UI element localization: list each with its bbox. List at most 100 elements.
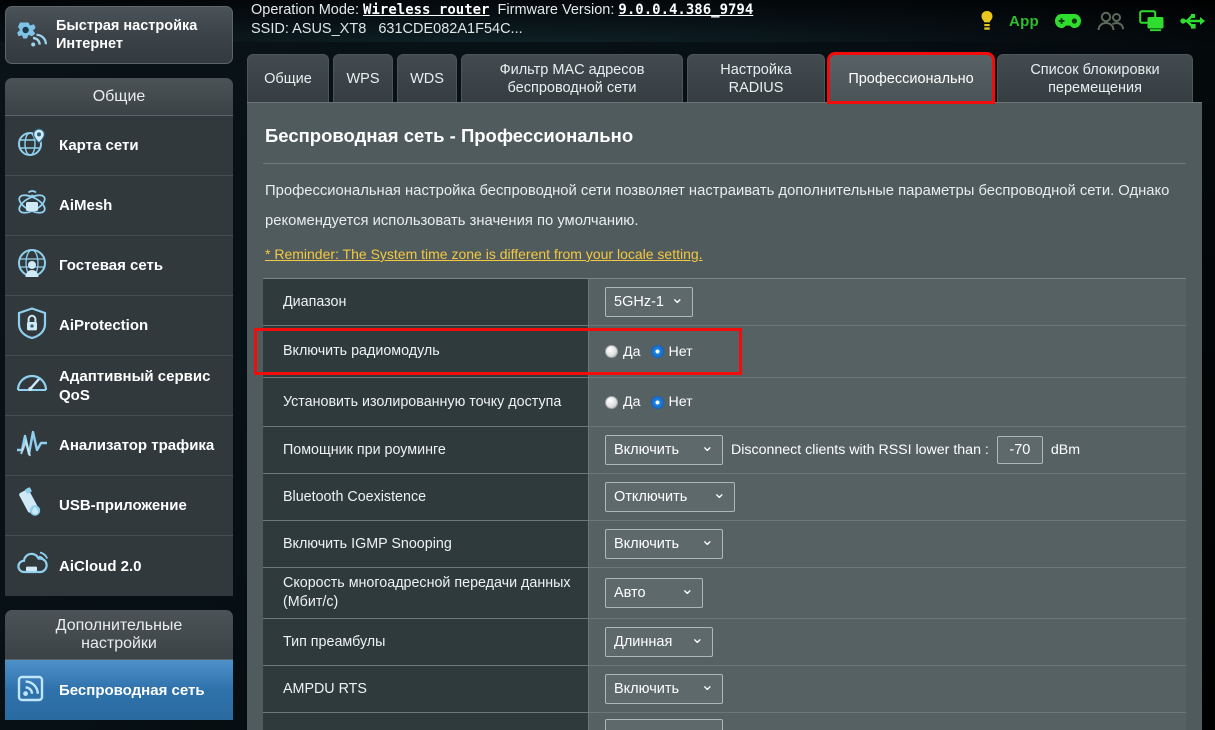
sidebar-item-label: Беспроводная сеть (59, 681, 205, 699)
qos-gauge-icon (15, 366, 49, 405)
table-row: Установить изолированную точку доступа Д… (263, 378, 1186, 427)
game-controller-icon[interactable] (1053, 11, 1083, 31)
tab-wireless-mac-filter[interactable]: Фильтр MAC адресов беспроводной сети (461, 54, 683, 102)
ampdu-rts-select[interactable]: Включить (605, 674, 723, 704)
sidebar-item-label: Анализатор трафика (59, 437, 215, 454)
chevron-down-icon (605, 719, 723, 730)
chevron-down-icon: Длинная (605, 627, 713, 657)
sidebar-quick-setup-label: Быстрая настройка Интернет (56, 18, 198, 52)
screens-icon[interactable] (1139, 10, 1165, 32)
wireless-signal-icon (15, 671, 49, 710)
tab-radius-setting[interactable]: Настройка RADIUS (687, 54, 825, 102)
radio-dot-selected[interactable] (650, 345, 664, 358)
app-button[interactable]: App (1009, 13, 1039, 30)
rssi-threshold-input[interactable] (996, 436, 1043, 464)
isolated-ap-radio-yes[interactable]: Да (605, 394, 641, 410)
sidebar-item-quick-internet-setup[interactable]: Быстрая настройка Интернет (5, 6, 233, 64)
tab-wps[interactable]: WPS (333, 54, 393, 102)
row-label (263, 713, 589, 730)
enable-radio-no[interactable]: Нет (650, 344, 693, 360)
row-label: AMPDU RTS (263, 666, 589, 712)
chevron-down-icon: Отключить (605, 482, 735, 512)
sidebar-item-aimesh[interactable]: AiMesh (5, 176, 233, 236)
table-row: Включить IGMP Snooping Включить (263, 521, 1186, 568)
usb-application-icon (15, 486, 49, 525)
row-label: Диапазон (263, 279, 589, 325)
sidebar-item-wireless[interactable]: Беспроводная сеть (5, 660, 233, 720)
igmp-snooping-select[interactable]: Включить (605, 529, 723, 559)
sidebar-item-label: Адаптивный сервис QoS (59, 367, 211, 404)
usb-icon[interactable] (1179, 11, 1207, 31)
row-value: Длинная (589, 619, 1186, 665)
chevron-down-icon: 5GHz-1 (605, 287, 693, 317)
settings-panel: Беспроводная сеть - Профессионально Проф… (247, 102, 1202, 730)
row-value: Включить Disconnect clients with RSSI lo… (589, 427, 1186, 473)
professional-settings-table: Диапазон 5GHz-1 Включить радиомодуль (263, 278, 1186, 730)
timezone-reminder-link[interactable]: * Reminder: The System time zone is diff… (265, 246, 703, 262)
sidebar-item-adaptive-qos[interactable]: Адаптивный сервис QoS (5, 356, 233, 416)
ssid-line: SSID: ASUS_XT8 631CDE082A1F54C... (251, 21, 523, 37)
table-row: Bluetooth Coexistence Отключить (263, 474, 1186, 521)
row-label: Включить IGMP Snooping (263, 521, 589, 567)
operation-mode-label: Operation Mode: (251, 2, 360, 18)
sidebar-group-advanced: Дополнительные настройки Беспроводная се… (5, 610, 233, 720)
users-icon[interactable] (1097, 11, 1125, 31)
table-row: Помощник при роуминге Включить Disconnec… (263, 427, 1186, 474)
sidebar-item-label: AiCloud 2.0 (59, 557, 142, 575)
rssi-threshold-label: Disconnect clients with RSSI lower than … (731, 442, 989, 458)
ssid-extra: 631CDE082A1F54C... (378, 21, 523, 37)
top-icon-strip: App (979, 0, 1207, 42)
row-value: Авто (589, 568, 1186, 618)
band-select[interactable]: 5GHz-1 (605, 287, 693, 317)
radio-dot-selected[interactable] (650, 395, 664, 409)
sidebar-item-network-map[interactable]: Карта сети (5, 116, 233, 176)
sidebar-item-traffic-analyzer[interactable]: Анализатор трафика (5, 416, 233, 476)
preamble-type-select[interactable]: Длинная (605, 627, 713, 657)
table-row: Диапазон 5GHz-1 (263, 279, 1186, 326)
bluetooth-coexistence-select[interactable]: Отключить (605, 482, 735, 512)
sidebar: Быстрая настройка Интернет Общие Карта с… (0, 0, 238, 720)
next-setting-select[interactable] (605, 719, 723, 730)
operation-mode-value[interactable]: Wireless router (363, 2, 489, 18)
radio-dot[interactable] (605, 395, 618, 409)
table-row: Тип преамбулы Длинная (263, 619, 1186, 666)
tab-general[interactable]: Общие (247, 54, 329, 102)
bulb-icon[interactable] (979, 10, 995, 32)
sidebar-item-aiprotection[interactable]: AiProtection (5, 296, 233, 356)
sidebar-group-general: Общие Карта сети AiMesh Гостевая сеть Ai… (5, 78, 233, 596)
row-label: Скорость многоадресной передачи данных (… (263, 568, 589, 618)
sidebar-item-aicloud[interactable]: AiCloud 2.0 (5, 536, 233, 596)
row-label: Bluetooth Coexistence (263, 474, 589, 520)
sidebar-item-guest-network[interactable]: Гостевая сеть (5, 236, 233, 296)
row-value: Отключить (589, 474, 1186, 520)
row-label: Помощник при роуминге (263, 427, 589, 473)
table-row: Включить радиомодуль Да Нет (263, 326, 1186, 378)
multicast-rate-select[interactable]: Авто (605, 578, 703, 608)
sidebar-item-label: AiProtection (59, 317, 149, 334)
operation-mode-line: Operation Mode: Wireless router Firmware… (251, 1, 753, 20)
firmware-value[interactable]: 9.0.0.4.386_9794 (618, 2, 753, 18)
tab-professional[interactable]: Профессионально (827, 52, 995, 104)
page-title: Беспроводная сеть - Профессионально (265, 125, 634, 146)
row-value: Включить (589, 666, 1186, 712)
page-description: Профессиональная настройка беспроводной … (265, 183, 1170, 229)
ssid-value[interactable]: ASUS_XT8 (292, 21, 366, 37)
row-value: Да Нет (589, 378, 1186, 426)
radio-dot[interactable] (605, 345, 618, 358)
row-value (589, 713, 1186, 730)
sidebar-item-label: Карта сети (59, 137, 139, 154)
quick-internet-setup-icon (14, 16, 48, 55)
main-content: Общие WPS WDS Фильтр MAC адресов беспров… (238, 42, 1203, 730)
enable-radio-yes[interactable]: Да (605, 344, 641, 360)
roaming-assistant-select[interactable]: Включить (605, 435, 723, 465)
router-admin-page: Operation Mode: Wireless router Firmware… (0, 0, 1215, 730)
isolated-ap-radio-no[interactable]: Нет (650, 394, 693, 410)
sidebar-item-usb-application[interactable]: USB-приложение (5, 476, 233, 536)
row-label: Включить радиомодуль (263, 326, 589, 377)
tab-wds[interactable]: WDS (397, 54, 457, 102)
shield-lock-icon (15, 306, 49, 345)
row-value: Да Нет (589, 326, 1186, 377)
tab-bar: Общие WPS WDS Фильтр MAC адресов беспров… (238, 42, 1203, 104)
sidebar-item-label: USB-приложение (59, 497, 187, 514)
tab-roaming-block-list[interactable]: Список блокировки перемещения (997, 54, 1193, 102)
